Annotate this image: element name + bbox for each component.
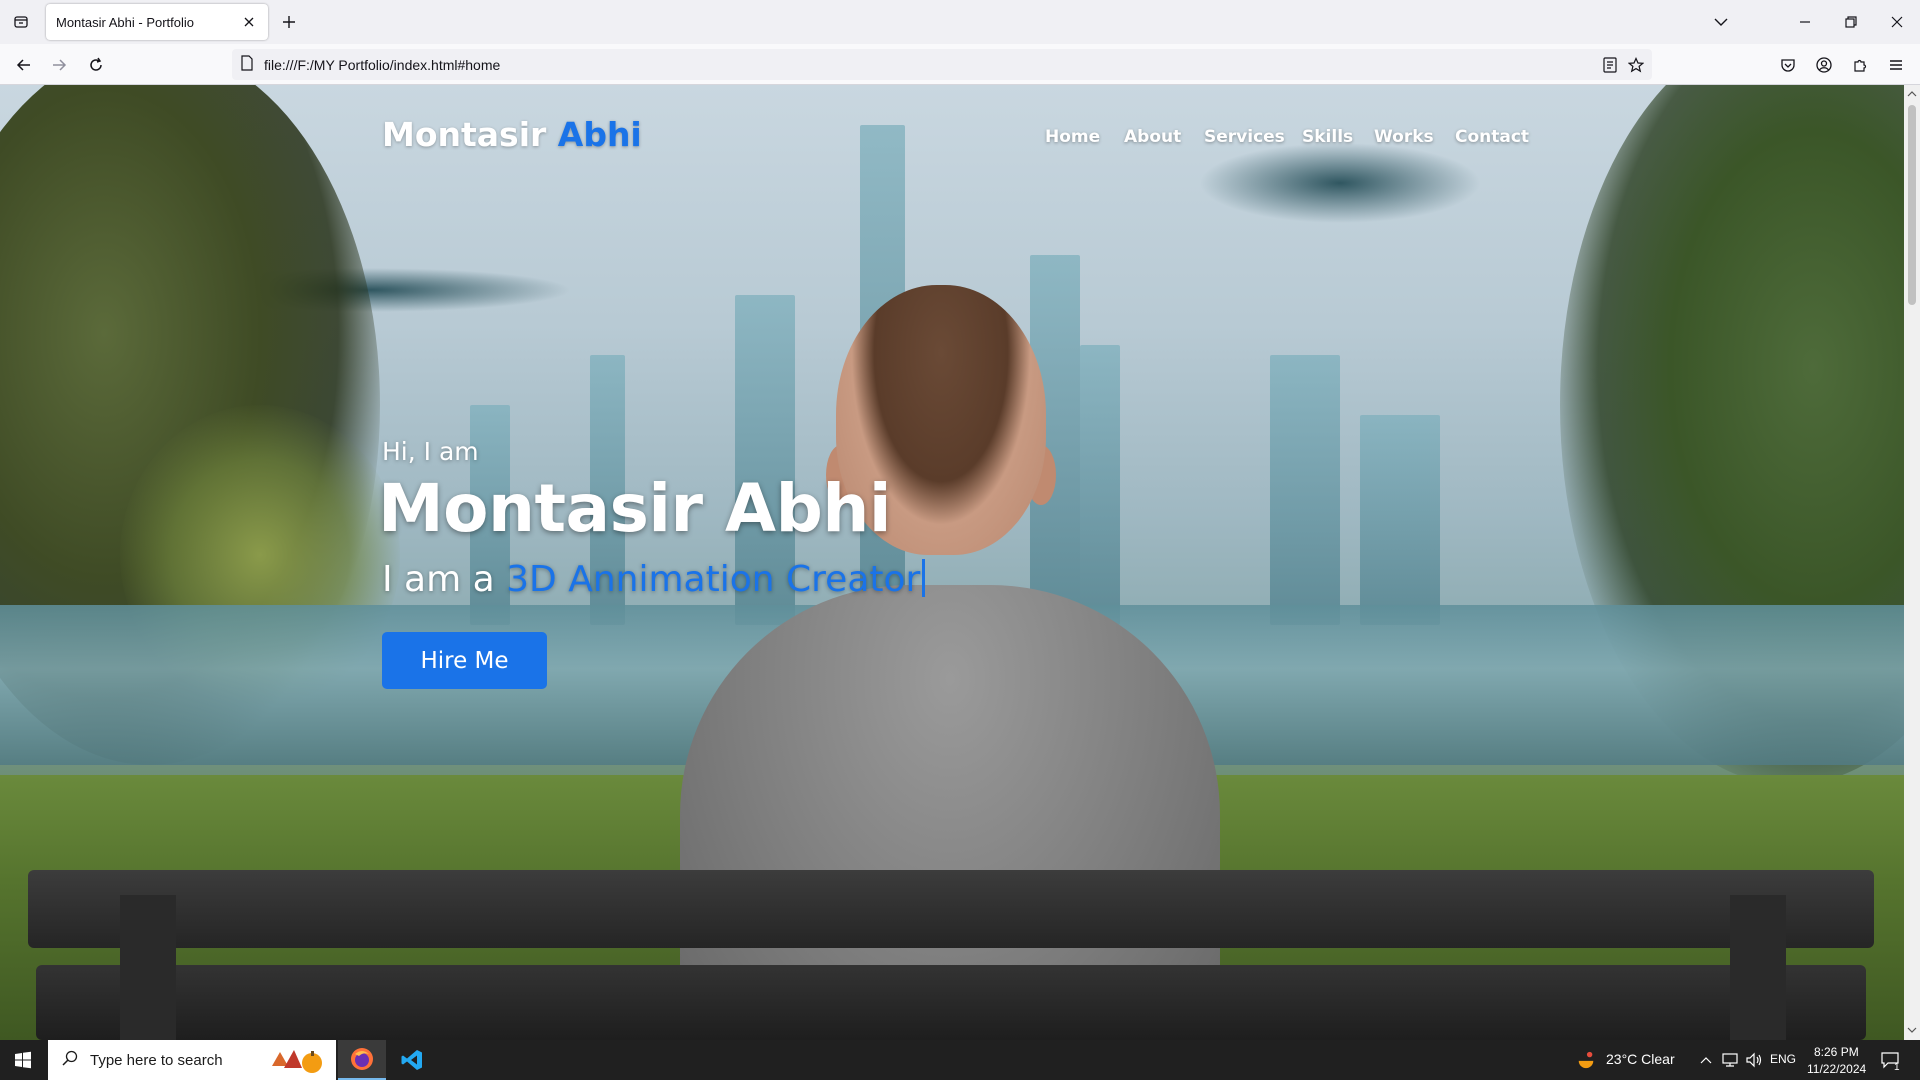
firefox-taskbar-icon[interactable] [338, 1040, 386, 1080]
nav-skills[interactable]: Skills [1302, 127, 1353, 147]
nav-home[interactable]: Home [1045, 127, 1100, 147]
search-icon [62, 1050, 78, 1070]
browser-tab-bar: Montasir Abhi - Portfolio [0, 0, 1920, 44]
chevron-down-icon[interactable] [1708, 9, 1734, 35]
browser-toolbar: file:///F:/MY Portfolio/index.html#home [0, 44, 1920, 85]
search-placeholder: Type here to search [90, 1051, 223, 1069]
role-prefix: I am a [382, 559, 495, 600]
hero-name: Montasir Abhi [378, 470, 891, 547]
address-bar[interactable]: file:///F:/MY Portfolio/index.html#home [232, 49, 1652, 80]
back-arrow-icon[interactable] [10, 51, 38, 79]
hero-role-line: I am a 3D Annimation Creator [382, 559, 926, 600]
hero-greeting: Hi, I am [382, 437, 479, 466]
vscode-taskbar-icon[interactable] [388, 1040, 436, 1080]
page-icon [240, 54, 254, 75]
brand-accent: Abhi [557, 115, 642, 154]
menu-icon[interactable] [1882, 51, 1910, 79]
pocket-icon[interactable] [1774, 51, 1802, 79]
tab-portfolio[interactable]: Montasir Abhi - Portfolio [46, 4, 268, 40]
clock-time: 8:26 PM [1814, 1045, 1859, 1059]
nav-works[interactable]: Works [1374, 127, 1434, 147]
background-building [1360, 415, 1440, 625]
reload-icon[interactable] [82, 51, 110, 79]
url-text: file:///F:/MY Portfolio/index.html#home [264, 56, 501, 73]
scroll-thumb[interactable] [1908, 105, 1916, 305]
clock-date: 11/22/2024 [1807, 1062, 1867, 1076]
clock[interactable]: 8:26 PM 11/22/2024 [1802, 1042, 1876, 1078]
background-building [1270, 355, 1340, 625]
account-icon[interactable] [1810, 51, 1838, 79]
forward-arrow-icon[interactable] [45, 51, 73, 79]
hire-me-button[interactable]: Hire Me [382, 632, 547, 689]
bench [120, 895, 176, 1040]
nav-contact[interactable]: Contact [1455, 127, 1529, 147]
language-indicator[interactable]: ENG [1770, 1052, 1796, 1066]
page-scrollbar[interactable] [1904, 85, 1920, 1040]
new-tab-icon[interactable] [276, 9, 302, 35]
minimize-icon[interactable] [1782, 0, 1828, 44]
bench [28, 870, 1874, 948]
extensions-icon[interactable] [1846, 51, 1874, 79]
nav-services[interactable]: Services [1204, 127, 1285, 147]
close-window-icon[interactable] [1874, 0, 1920, 44]
weather-text[interactable]: 23°C Clear [1606, 1051, 1675, 1067]
role-text: 3D Annimation Creator [506, 559, 921, 600]
tab-list-icon[interactable] [8, 9, 34, 35]
reader-view-icon[interactable] [1598, 54, 1622, 76]
windows-start-icon[interactable] [0, 1040, 46, 1080]
volume-icon[interactable] [1744, 1050, 1764, 1070]
restore-icon[interactable] [1828, 0, 1874, 44]
nav-about[interactable]: About [1124, 127, 1181, 147]
autumn-leaves-icon [264, 1046, 330, 1078]
taskbar-search[interactable]: Type here to search [48, 1040, 336, 1080]
page-viewport: Montasir Abhi Home About Services Skills… [0, 85, 1904, 1040]
chevron-up-icon[interactable] [1696, 1050, 1716, 1070]
notification-count: 1 [1894, 1062, 1900, 1073]
bench [36, 965, 1866, 1040]
bench [1730, 895, 1786, 1040]
bookmark-star-icon[interactable] [1624, 54, 1648, 76]
typing-cursor [922, 559, 926, 597]
site-logo[interactable]: Montasir Abhi [382, 115, 642, 154]
brand-first: Montasir [382, 115, 547, 154]
background-building [1080, 345, 1120, 625]
tab-title: Montasir Abhi - Portfolio [56, 14, 195, 30]
tab-close-icon[interactable] [240, 13, 258, 31]
scroll-down-icon[interactable] [1907, 1025, 1917, 1035]
windows-taskbar: Type here to search 23°C Clear ENG 8:26 … [0, 1040, 1920, 1080]
network-icon[interactable] [1720, 1050, 1740, 1070]
weather-icon[interactable] [1576, 1050, 1596, 1070]
scroll-up-icon[interactable] [1907, 89, 1917, 99]
